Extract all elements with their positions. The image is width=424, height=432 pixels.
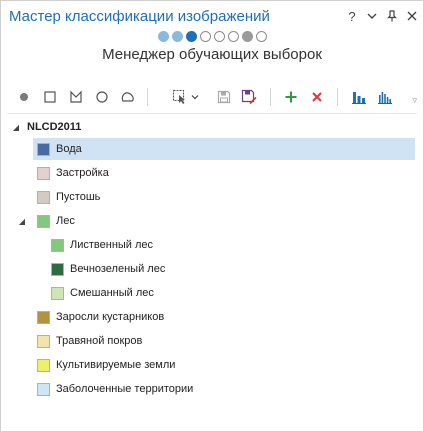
- class-color-swatch[interactable]: [37, 334, 50, 348]
- wizard-step-indicator: [1, 31, 423, 42]
- histogram-icon: [378, 92, 392, 104]
- toolbar-overflow-icon[interactable]: ▿: [412, 95, 417, 106]
- close-icon: [407, 11, 417, 21]
- class-label: Заросли кустарников: [56, 311, 165, 323]
- expand-root-icon[interactable]: ◢: [11, 122, 21, 132]
- collapse-classes-button[interactable]: [349, 85, 369, 109]
- select-segment-icon: [172, 89, 185, 104]
- class-row[interactable]: Вечнозеленый лес: [47, 258, 415, 280]
- wizard-step-2[interactable]: [171, 31, 183, 42]
- classification-wizard-pane: Мастер классификации изображений ? Менед…: [0, 0, 424, 432]
- title-bar: Мастер классификации изображений ?: [1, 1, 423, 31]
- chevron-down-icon: [191, 95, 198, 100]
- schema-name: NLCD2011: [27, 121, 82, 133]
- class-color-swatch[interactable]: [37, 358, 50, 372]
- freehand-icon: [121, 92, 134, 102]
- class-color-swatch[interactable]: [37, 382, 50, 396]
- plus-icon: [285, 91, 297, 103]
- polygon-icon: [70, 90, 82, 103]
- point-tool-button[interactable]: [15, 85, 33, 109]
- pin-button[interactable]: [385, 7, 399, 25]
- class-label: Смешанный лес: [70, 287, 154, 299]
- wizard-step-3[interactable]: [185, 31, 197, 42]
- freehand-tool-button[interactable]: [119, 85, 137, 109]
- pane-title: Мастер классификации изображений: [9, 8, 270, 25]
- class-row[interactable]: Вода: [33, 138, 415, 160]
- class-row[interactable]: Лиственный лес: [47, 234, 415, 256]
- options-menu-button[interactable]: [365, 7, 379, 25]
- class-color-swatch[interactable]: [37, 310, 50, 324]
- expand-class-icon[interactable]: ◢: [17, 216, 27, 226]
- wizard-step-4[interactable]: [199, 31, 211, 42]
- help-button[interactable]: ?: [345, 7, 359, 25]
- polygon-tool-button[interactable]: [67, 85, 85, 109]
- pin-icon: [387, 10, 397, 22]
- class-color-swatch[interactable]: [37, 214, 50, 228]
- class-label: Вода: [56, 143, 82, 155]
- class-color-swatch[interactable]: [37, 190, 50, 204]
- circle-icon: [96, 91, 108, 103]
- training-samples-toolbar: ▿: [9, 85, 417, 109]
- tree-root-row[interactable]: ◢ NLCD2011: [11, 116, 411, 138]
- class-label: Культивируемые земли: [56, 359, 176, 371]
- save-button[interactable]: [214, 85, 234, 109]
- toolbar-separator: [270, 88, 271, 106]
- class-label: Пустошь: [56, 191, 101, 203]
- wizard-step-8[interactable]: [255, 31, 267, 42]
- wizard-step-1[interactable]: [157, 31, 169, 42]
- class-row[interactable]: Заболоченные территории: [33, 378, 415, 400]
- class-label: Лес: [56, 215, 75, 227]
- add-class-button[interactable]: [281, 85, 301, 109]
- class-color-swatch[interactable]: [51, 238, 64, 252]
- class-label: Застройка: [56, 167, 109, 179]
- rectangle-tool-button[interactable]: [41, 85, 59, 109]
- training-samples-tree: ◢ NLCD2011 Вода Застройка Пустошь ◢ Лес Листв…: [7, 113, 417, 425]
- save-as-button[interactable]: [239, 85, 259, 109]
- class-row[interactable]: Пустошь: [33, 186, 415, 208]
- class-row[interactable]: ◢ Лес: [19, 210, 415, 232]
- class-label: Травяной покров: [56, 335, 143, 347]
- circle-tool-button[interactable]: [93, 85, 111, 109]
- chevron-down-icon: [367, 13, 377, 19]
- class-color-swatch[interactable]: [51, 262, 64, 276]
- class-color-swatch[interactable]: [37, 166, 50, 180]
- class-row[interactable]: Травяной покров: [33, 330, 415, 352]
- point-icon: [20, 93, 28, 101]
- histogram-button[interactable]: [375, 85, 395, 109]
- title-controls: ?: [345, 7, 419, 25]
- wizard-step-7[interactable]: [241, 31, 253, 42]
- class-row[interactable]: Смешанный лес: [47, 282, 415, 304]
- class-color-swatch[interactable]: [37, 142, 50, 156]
- collapse-classes-icon: [352, 92, 366, 104]
- close-button[interactable]: [405, 7, 419, 25]
- toolbar-separator: [147, 88, 148, 106]
- wizard-step-6[interactable]: [227, 31, 239, 42]
- class-color-swatch[interactable]: [51, 286, 64, 300]
- class-label: Вечнозеленый лес: [70, 263, 166, 275]
- wizard-step-5[interactable]: [213, 31, 225, 42]
- class-row[interactable]: Культивируемые земли: [33, 354, 415, 376]
- save-as-icon: [241, 89, 257, 105]
- help-icon: ?: [348, 8, 356, 24]
- select-segment-button[interactable]: [169, 85, 201, 109]
- toolbar-separator: [337, 88, 338, 106]
- remove-class-button[interactable]: [307, 85, 327, 109]
- save-icon: [217, 90, 231, 104]
- page-subtitle: Менеджер обучающих выборок: [102, 46, 322, 63]
- class-label: Лиственный лес: [70, 239, 154, 251]
- class-label: Заболоченные территории: [56, 383, 194, 395]
- remove-icon: [312, 92, 322, 102]
- class-row[interactable]: Заросли кустарников: [33, 306, 415, 328]
- class-row[interactable]: Застройка: [33, 162, 415, 184]
- rectangle-icon: [44, 91, 56, 103]
